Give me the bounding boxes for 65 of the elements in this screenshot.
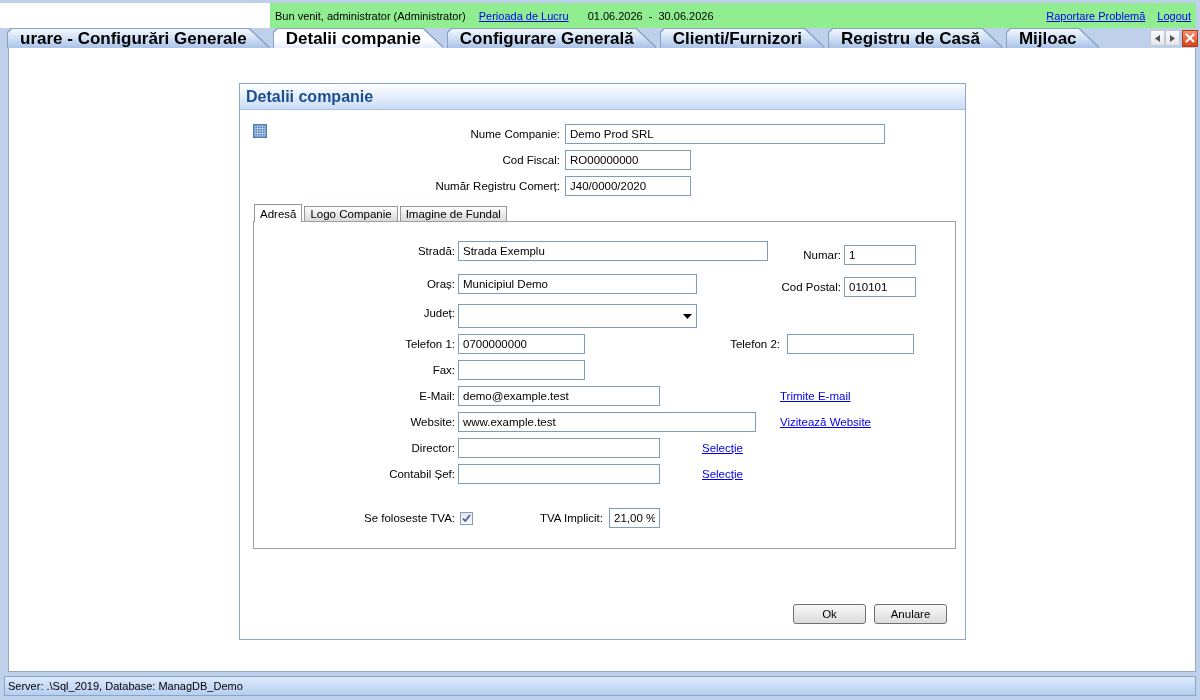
tab[interactable]: urare - Configurări Generale xyxy=(8,29,269,48)
tab[interactable]: Adresă xyxy=(254,204,303,222)
checkbox[interactable] xyxy=(460,511,473,525)
text-field[interactable]: Strada Exemplu xyxy=(458,241,768,261)
welcome-text: Bun venit, administrator (Administrator) xyxy=(275,9,466,22)
field-label: Nume Companie: xyxy=(469,128,560,140)
logout-link[interactable]: Logout xyxy=(1157,9,1191,22)
period-link[interactable]: Perioada de Lucru xyxy=(478,9,569,22)
action-link[interactable]: Selecție xyxy=(702,468,743,480)
text-field[interactable]: 1 xyxy=(844,245,916,265)
text-field[interactable]: demo@example.test xyxy=(458,386,660,406)
field-label: Director: xyxy=(410,442,455,454)
period-text: 01.06.2026 - 30.06.2026 xyxy=(587,9,714,22)
caret-down-icon xyxy=(683,313,692,319)
status-text: Server: .\Sql_2019, Database: ManagDB_Demo xyxy=(8,680,243,692)
triangle-left-icon xyxy=(1155,34,1160,42)
text-field[interactable] xyxy=(458,438,660,458)
checkmark-icon xyxy=(462,514,471,522)
tab[interactable]: Registru de Casă xyxy=(829,29,1002,48)
text-field[interactable]: RO00000000 xyxy=(565,150,691,170)
close-button[interactable] xyxy=(1182,29,1198,47)
tab[interactable]: Clienti/Furnizori xyxy=(660,29,825,48)
field-label: Cod Fiscal: xyxy=(501,154,560,166)
text-field[interactable]: www.example.test xyxy=(458,412,756,432)
field-label: Număr Registru Comerț: xyxy=(434,180,560,192)
action-link[interactable]: Trimite E-mail xyxy=(780,390,851,402)
report-link[interactable]: Raportare Problemă xyxy=(1046,9,1146,22)
ok-button[interactable]: Ok xyxy=(793,604,866,624)
scroll-right-button[interactable] xyxy=(1165,30,1180,46)
field-label: Website: xyxy=(409,416,455,428)
text-field[interactable]: 0700000000 xyxy=(458,334,585,354)
scroll-left-button[interactable] xyxy=(1150,30,1165,46)
text-field[interactable]: Demo Prod SRL xyxy=(565,124,885,144)
action-link[interactable]: Vizitează Website xyxy=(780,416,871,428)
tab[interactable]: Imagine de Fundal xyxy=(399,206,507,221)
tab[interactable]: Logo Companie xyxy=(304,206,398,221)
tab[interactable]: Detalii companie xyxy=(273,29,443,48)
action-link[interactable]: Selecție xyxy=(702,442,743,454)
dialog-title: Detalii companie xyxy=(246,87,374,106)
field-label: TVA Implicit: xyxy=(538,512,603,524)
field-label: Se foloseste TVA: xyxy=(363,512,455,524)
text-field[interactable]: 010101 xyxy=(844,277,916,297)
tab[interactable]: Configurare Generală xyxy=(447,29,656,48)
triangle-right-icon xyxy=(1170,34,1175,42)
text-field[interactable] xyxy=(787,334,914,354)
tab[interactable]: Mijloac xyxy=(1006,29,1099,48)
field-label: Fax: xyxy=(431,364,455,376)
field-label: Cod Postal: xyxy=(780,281,841,293)
field-label: Numar: xyxy=(802,249,841,261)
dropdown-field[interactable] xyxy=(458,304,697,328)
text-field[interactable]: 21,00 % xyxy=(609,508,660,528)
field-label: Telefon 1: xyxy=(404,338,455,350)
text-field[interactable] xyxy=(458,464,660,484)
grid-icon xyxy=(253,124,267,138)
close-icon xyxy=(1185,33,1195,43)
field-label: Oraș: xyxy=(425,278,455,290)
field-label: Stradă: xyxy=(416,245,455,257)
cancel-button[interactable]: Anulare xyxy=(874,604,947,624)
field-label: E-Mail: xyxy=(418,390,455,402)
field-label: Județ: xyxy=(422,307,455,319)
text-field[interactable] xyxy=(458,360,585,380)
text-field[interactable]: Municipiul Demo xyxy=(458,274,697,294)
text-field[interactable]: J40/0000/2020 xyxy=(565,176,691,196)
field-label: Telefon 2: xyxy=(729,338,780,350)
field-label: Contabil Șef: xyxy=(388,468,455,480)
